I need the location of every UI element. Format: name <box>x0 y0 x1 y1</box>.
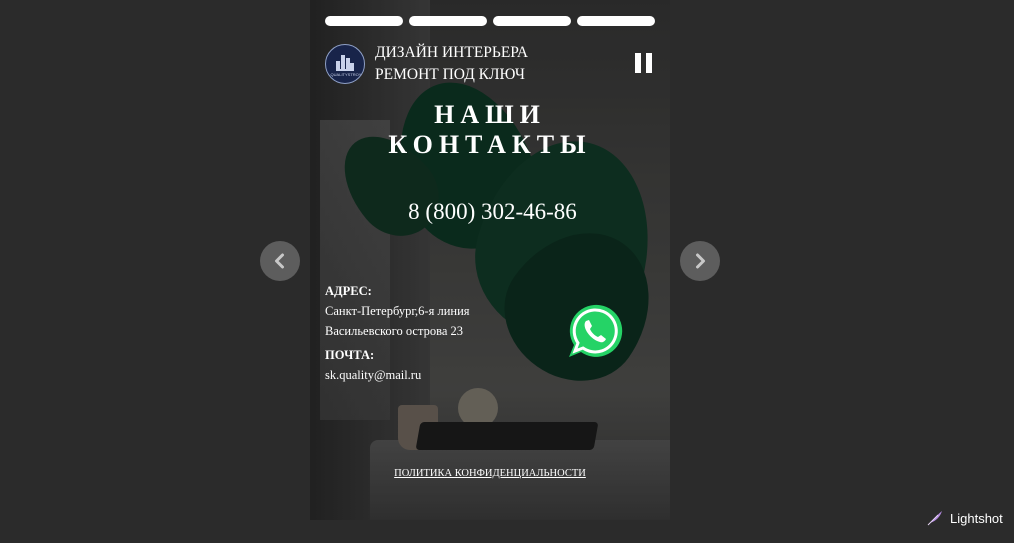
progress-segment <box>577 16 655 26</box>
progress-segment <box>409 16 487 26</box>
progress-segment <box>493 16 571 26</box>
address-line-2: Васильевского острова 23 <box>325 324 464 338</box>
phone-number[interactable]: 8 (800) 302-46-86 <box>310 199 670 225</box>
building-icon <box>336 55 354 71</box>
chevron-left-icon <box>275 253 284 269</box>
contact-info: АДРЕС: Санкт-Петербург,6-я линия Василье… <box>325 281 470 385</box>
address-line-1: Санкт-Петербург,6-я линия <box>325 304 470 318</box>
brand-line-1: ДИЗАЙН ИНТЕРЬЕРА <box>375 44 529 61</box>
next-button[interactable] <box>680 241 720 281</box>
whatsapp-icon[interactable] <box>565 302 623 360</box>
pause-icon[interactable] <box>635 53 653 73</box>
chevron-right-icon <box>696 253 705 269</box>
brand-logo[interactable]: QUALITYSTROY <box>325 44 365 84</box>
address-label: АДРЕС: <box>325 284 372 298</box>
feather-icon <box>927 511 942 526</box>
brand-name[interactable]: ДИЗАЙН ИНТЕРЬЕРА РЕМОНТ ПОД КЛЮЧ <box>375 42 528 86</box>
story-progress <box>325 16 655 26</box>
progress-segment <box>325 16 403 26</box>
logo-text: QUALITYSTROY <box>330 72 362 77</box>
email-label: ПОЧТА: <box>325 348 375 362</box>
privacy-policy-link[interactable]: ПОЛИТИКА КОНФИДЕНЦИАЛЬНОСТИ <box>310 468 670 479</box>
title-line-1: НАШИ <box>434 100 546 129</box>
lightshot-badge[interactable]: Lightshot <box>926 509 1003 527</box>
title-line-2: КОНТАКТЫ <box>388 130 592 159</box>
brand-line-2: РЕМОНТ ПОД КЛЮЧ <box>375 66 525 83</box>
lightshot-label: Lightshot <box>950 510 1003 526</box>
page-title: НАШИ КОНТАКТЫ <box>310 100 670 160</box>
prev-button[interactable] <box>260 241 300 281</box>
email-value[interactable]: sk.quality@mail.ru <box>325 365 470 385</box>
story-card[interactable]: QUALITYSTROY ДИЗАЙН ИНТЕРЬЕРА РЕМОНТ ПОД… <box>310 0 670 520</box>
